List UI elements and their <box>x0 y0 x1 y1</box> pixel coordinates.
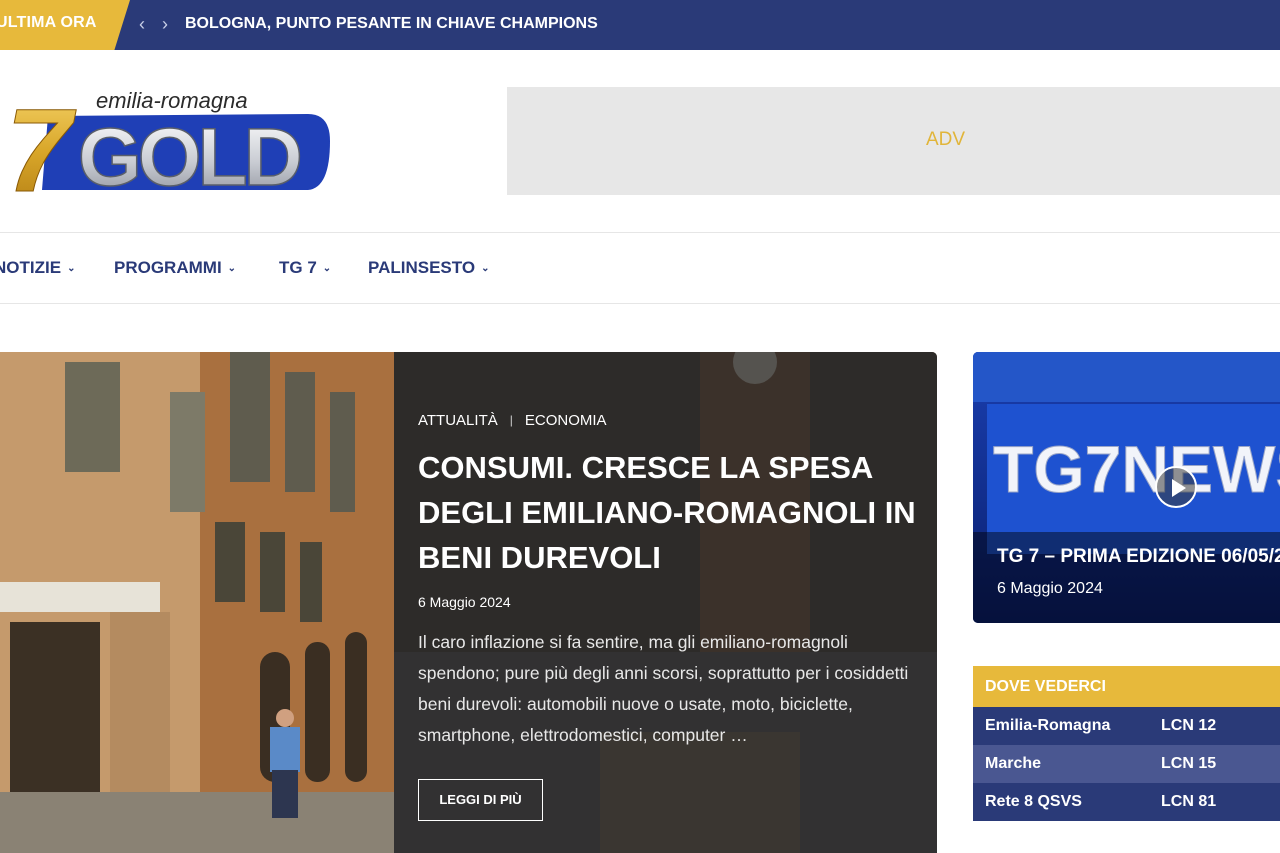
article-date: 6 Maggio 2024 <box>418 594 511 610</box>
read-more-button[interactable]: LEGGI DI PIÙ <box>418 779 543 821</box>
channel-name: Emilia-Romagna <box>985 717 1111 734</box>
chevron-down-icon: ⌄ <box>67 263 76 274</box>
category-separator: | <box>509 413 513 427</box>
nav-item-label: TG 7 <box>279 258 317 277</box>
category-link-economia[interactable]: ECONOMIA <box>525 412 607 429</box>
play-icon[interactable] <box>1155 466 1197 508</box>
logo-number: 7 <box>8 86 77 196</box>
channel-lcn: LCN 12 <box>1161 717 1217 734</box>
breaking-headline-link[interactable]: BOLOGNA, PUNTO PESANTE IN CHIAVE CHAMPIO… <box>185 15 598 33</box>
channel-row: Rete 8 QSVS LCN 81 <box>973 783 1280 821</box>
logo-region: emilia-romagna <box>96 88 248 113</box>
channel-row: Marche LCN 15 <box>973 745 1280 783</box>
site-logo[interactable]: GOLD 7 emilia-romagna <box>6 85 338 218</box>
channel-lcn: LCN 81 <box>1161 793 1217 810</box>
video-title[interactable]: TG 7 – PRIMA EDIZIONE 06/05/2024 <box>997 546 1280 568</box>
main-navigation: NOTIZIE ⌄ PROGRAMMI ⌄ TG 7 ⌄ PALINSESTO ⌄ <box>0 232 1280 304</box>
logo-brand: GOLD <box>78 112 300 196</box>
category-link-attualita[interactable]: ATTUALITÀ <box>418 412 498 429</box>
breaking-news-bar: ULTIMA ORA ‹ › BOLOGNA, PUNTO PESANTE IN… <box>0 0 1280 50</box>
chevron-down-icon: ⌄ <box>227 263 237 274</box>
nav-item-label: PROGRAMMI <box>114 258 222 277</box>
where-to-watch-header: DOVE VEDERCI <box>973 666 1280 707</box>
nav-item-tg7[interactable]: TG 7 ⌄ <box>279 258 331 278</box>
channel-lcn: LCN 15 <box>1161 755 1217 772</box>
nav-item-programmi[interactable]: PROGRAMMI ⌄ <box>114 258 236 278</box>
chevron-right-icon[interactable]: › <box>156 13 174 35</box>
breaking-label-text: ULTIMA ORA <box>0 14 97 31</box>
adv-label: ADV <box>926 129 966 150</box>
nav-item-notizie[interactable]: NOTIZIE ⌄ <box>0 258 75 278</box>
channel-row: Emilia-Romagna LCN 12 <box>973 707 1280 745</box>
breaking-label: ULTIMA ORA <box>0 0 130 50</box>
chevron-down-icon: ⌄ <box>481 263 490 274</box>
nav-item-label: NOTIZIE <box>0 258 62 277</box>
chevron-left-icon[interactable]: ‹ <box>133 13 151 35</box>
video-thumb-text: TG7NEWS <box>993 432 1280 506</box>
nav-item-palinsesto[interactable]: PALINSESTO ⌄ <box>368 258 489 278</box>
channel-name: Marche <box>985 755 1042 772</box>
advertisement-banner[interactable]: ADV <box>507 87 1280 195</box>
video-date: 6 Maggio 2024 <box>997 580 1103 597</box>
article-categories: ATTUALITÀ | ECONOMIA <box>418 412 607 429</box>
where-to-watch-title: DOVE VEDERCI <box>985 678 1106 695</box>
article-title[interactable]: CONSUMI. CRESCE LA SPESA DEGLI EMILIANO-… <box>418 445 918 580</box>
article-excerpt: Il caro inflazione si fa sentire, ma gli… <box>418 632 909 745</box>
chevron-down-icon: ⌄ <box>322 263 332 274</box>
where-to-watch-widget: DOVE VEDERCI Emilia-Romagna LCN 12 March… <box>973 666 1280 824</box>
channel-name: Rete 8 QSVS <box>985 793 1082 810</box>
nav-item-label: PALINSESTO <box>368 258 476 277</box>
